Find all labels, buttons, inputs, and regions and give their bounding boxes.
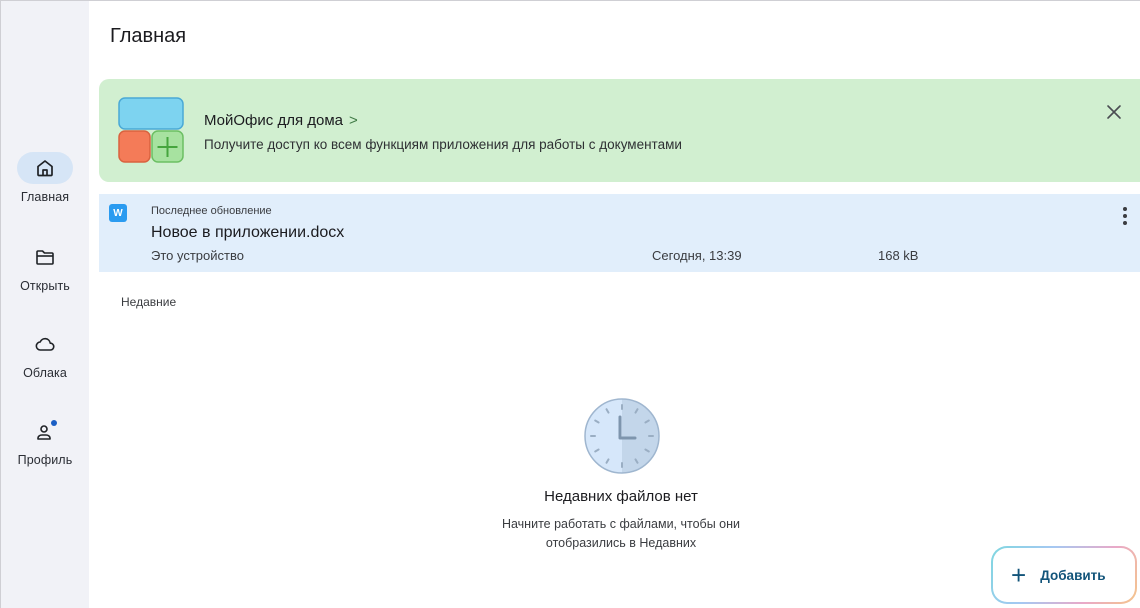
plus-icon: + xyxy=(1011,560,1027,590)
home-icon xyxy=(34,157,56,179)
file-size: 168 kB xyxy=(878,248,919,263)
sidebar-item-label: Главная xyxy=(20,190,70,204)
folder-icon xyxy=(34,246,56,268)
cloud-icon xyxy=(34,333,56,355)
sidebar-item-home[interactable]: Главная xyxy=(1,152,89,204)
nav-icon-container xyxy=(17,415,73,447)
empty-state-subtitle-line: Начните работать с файлами, чтобы они xyxy=(501,517,741,531)
word-document-icon: W xyxy=(109,204,127,222)
nav-icon-container xyxy=(17,152,73,184)
add-button[interactable]: + Добавить xyxy=(991,546,1137,604)
page-title: Главная xyxy=(110,25,187,47)
sidebar-item-label: Облака xyxy=(23,366,67,380)
myoffice-home-logo xyxy=(118,97,186,165)
clock-icon xyxy=(583,397,661,475)
profile-icon xyxy=(34,420,57,442)
nav-icon-container xyxy=(17,328,73,360)
sidebar-item-profile[interactable]: Профиль xyxy=(1,415,89,467)
recent-section-label: Недавние xyxy=(121,295,177,309)
sidebar-item-clouds[interactable]: Облака xyxy=(1,328,89,380)
app-window: Главная Открыть Облака Профиль Главная М… xyxy=(0,0,1140,608)
file-location: Это устройство xyxy=(151,248,244,263)
add-button-body: + Добавить xyxy=(993,548,1135,602)
empty-state-subtitle-line: отобразились в Недавних xyxy=(545,536,697,550)
add-button-label: Добавить xyxy=(1040,567,1106,583)
notification-dot xyxy=(51,420,57,426)
empty-state-title: Недавних файлов нет xyxy=(544,488,698,505)
promo-subtitle: Получите доступ ко всем функциям приложе… xyxy=(204,137,682,152)
promo-banner[interactable]: МойОфис для дома > Получите доступ ко вс… xyxy=(99,79,1140,182)
last-update-caption: Последнее обновление xyxy=(151,205,272,217)
file-name: Новое в приложении.docx xyxy=(151,224,345,241)
sidebar-item-label: Профиль xyxy=(17,453,73,467)
close-icon[interactable] xyxy=(1103,101,1125,123)
sidebar-item-label: Открыть xyxy=(20,279,70,293)
promo-title[interactable]: МойОфис для дома > xyxy=(204,112,358,129)
chevron-right-icon: > xyxy=(348,112,358,129)
file-modified-date: Сегодня, 13:39 xyxy=(652,248,742,263)
empty-state-subtitle: Начните работать с файлами, чтобы они от… xyxy=(461,515,781,553)
promo-title-text: МойОфис для дома xyxy=(204,112,343,129)
sidebar-item-open[interactable]: Открыть xyxy=(1,241,89,293)
more-vertical-icon[interactable] xyxy=(1115,204,1135,228)
sidebar: Главная Открыть Облака Профиль xyxy=(1,1,89,608)
last-update-card[interactable]: W Последнее обновление Новое в приложени… xyxy=(99,194,1140,272)
nav-icon-container xyxy=(17,241,73,273)
